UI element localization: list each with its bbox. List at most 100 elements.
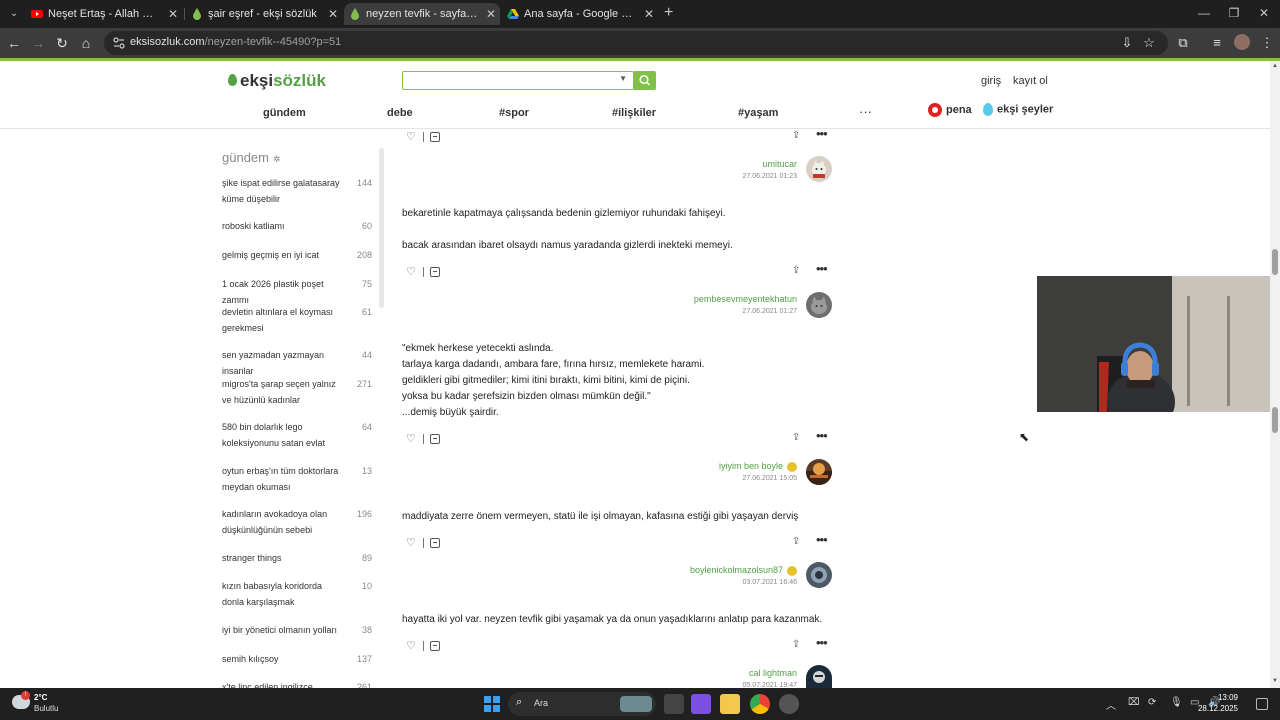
entry-date[interactable]: 27.06.2021 01:23 (743, 173, 798, 180)
close-icon[interactable]: ✕ (328, 3, 338, 25)
more-options-icon[interactable]: ••• (816, 635, 828, 650)
file-explorer-icon[interactable] (720, 694, 740, 714)
entry-date[interactable]: 27.06.2021 15:05 (743, 475, 798, 482)
nav-debe[interactable]: debe (387, 107, 413, 119)
sidebar-item[interactable]: devletin altınlara el koyması gerekmesi 6… (222, 305, 374, 336)
sidebar-item[interactable]: sen yazmadan yazmayan insanlar 44 (222, 348, 374, 379)
scroll-up-icon[interactable]: ▲ (1272, 63, 1278, 69)
share-icon[interactable]: ⇪ (792, 265, 800, 276)
media-control-icon[interactable]: ≡ (1208, 35, 1226, 50)
app-icon[interactable] (779, 694, 799, 714)
notification-icon[interactable] (1256, 698, 1268, 710)
nav-more[interactable]: ··· (859, 104, 872, 119)
sidebar-scrollbar[interactable] (379, 148, 384, 308)
downvote-icon[interactable] (430, 641, 440, 651)
scrollbar-thumb[interactable] (1272, 249, 1278, 275)
sidebar-item[interactable]: kadınların avokadoya olan düşkünlüğünün … (222, 507, 374, 538)
share-icon[interactable]: ⇪ (792, 432, 800, 443)
restore-button[interactable]: ❐ (1224, 6, 1244, 20)
chevron-down-icon[interactable]: ▼ (619, 74, 627, 83)
bookmark-star-icon[interactable]: ☆ (1140, 35, 1158, 51)
entry-author[interactable]: cal lightman (749, 668, 797, 678)
nav-spor[interactable]: #spor (499, 107, 529, 119)
downvote-icon[interactable] (430, 434, 440, 444)
task-view-icon[interactable] (664, 694, 684, 714)
page-scrollbar[interactable]: ▲ ▼ (1270, 61, 1280, 688)
sidebar-item[interactable]: kızın babasıyla koridorda donla karşılaş… (222, 579, 374, 610)
forward-arrow-icon[interactable]: → (28, 33, 48, 53)
pena-link[interactable]: pena (928, 103, 972, 117)
scrollbar-thumb[interactable] (1272, 407, 1278, 433)
site-info-icon[interactable] (112, 36, 126, 50)
browser-tab-active[interactable]: neyzen tevfik - sayfa 51 - ekşi s ✕ (344, 3, 500, 25)
entry-author[interactable]: umitucar (762, 159, 797, 169)
author-avatar[interactable] (806, 156, 832, 182)
browser-tab[interactable]: Ana sayfa - Google Drive ✕ (502, 3, 658, 25)
more-options-icon[interactable]: ••• (816, 532, 828, 547)
downvote-icon[interactable] (430, 267, 440, 277)
share-icon[interactable]: ⇪ (792, 639, 800, 650)
copilot-icon[interactable] (691, 694, 711, 714)
new-tab-button[interactable]: + (664, 4, 673, 22)
close-icon[interactable]: ✕ (486, 3, 496, 25)
sync-icon[interactable]: ⟳ (1148, 697, 1156, 708)
entry-author[interactable]: pembesevmeyentekhatun (694, 294, 797, 304)
sidebar-item[interactable]: roboski katliamı 60 (222, 219, 374, 235)
browser-menu-icon[interactable]: ⋮ (1258, 35, 1276, 51)
author-avatar[interactable] (806, 292, 832, 318)
sidebar-item[interactable]: migros'ta şarap seçen yalnız ve hüzünlü … (222, 377, 374, 408)
entry-author[interactable]: boylenickolmazolsun87 (690, 565, 797, 576)
sidebar-item[interactable]: semih kılıçsoy 137 (222, 652, 374, 668)
entry-author[interactable]: iyiyim ben boyle (719, 461, 797, 472)
nav-yasam[interactable]: #yaşam (738, 107, 778, 119)
scroll-down-icon[interactable]: ▼ (1272, 678, 1278, 684)
search-input[interactable]: ▼ (402, 71, 634, 90)
close-icon[interactable]: ✕ (644, 3, 654, 25)
network-off-icon[interactable]: ⌧ (1128, 697, 1140, 708)
more-options-icon[interactable]: ••• (816, 126, 828, 141)
heart-icon[interactable]: ♡ (406, 432, 416, 445)
weather-widget[interactable]: ! 2°C Bulutlu (12, 691, 102, 716)
nav-gundem[interactable]: gündem (263, 107, 306, 119)
search-button[interactable] (634, 71, 656, 90)
chevron-up-icon[interactable]: ︿ (1106, 697, 1116, 712)
home-icon[interactable]: ⌂ (76, 33, 96, 53)
entry-date[interactable]: 03.07.2021 16:46 (743, 579, 798, 586)
more-options-icon[interactable]: ••• (816, 261, 828, 276)
chrome-icon[interactable] (750, 694, 770, 714)
author-avatar[interactable] (806, 665, 832, 688)
nav-iliskiler[interactable]: #ilişkiler (612, 107, 656, 119)
downvote-icon[interactable] (430, 538, 440, 548)
close-icon[interactable]: ✕ (168, 3, 178, 25)
login-link[interactable]: giriş (981, 75, 1001, 87)
site-logo[interactable]: ekşisözlük (228, 71, 326, 91)
minimize-button[interactable]: — (1194, 6, 1214, 20)
author-avatar[interactable] (806, 459, 832, 485)
more-options-icon[interactable]: ••• (816, 428, 828, 443)
window-close-button[interactable]: ✕ (1254, 6, 1274, 20)
heart-icon[interactable]: ♡ (406, 130, 416, 143)
sidebar-item[interactable]: stranger things 89 (222, 551, 374, 567)
eksi-seyler-link[interactable]: ekşi şeyler (983, 103, 1053, 116)
register-link[interactable]: kayıt ol (1013, 75, 1048, 87)
heart-icon[interactable]: ♡ (406, 536, 416, 549)
heart-icon[interactable]: ♡ (406, 639, 416, 652)
windows-start-icon[interactable] (484, 696, 500, 712)
microphone-icon[interactable]: 🎙 (1170, 697, 1183, 708)
system-clock[interactable]: 13:09 28.12.2025 (1198, 692, 1238, 714)
author-avatar[interactable] (806, 562, 832, 588)
browser-tab[interactable]: Neşet Ertaş - Allah Etmesin - Yo ✕ (26, 3, 182, 25)
sidebar-title[interactable]: gündem ✲ (222, 150, 281, 165)
tab-search-button[interactable]: ⌄ (6, 6, 22, 22)
reload-icon[interactable]: ↻ (52, 33, 72, 53)
gear-icon[interactable]: ✲ (273, 154, 281, 164)
sidebar-item[interactable]: 1 ocak 2026 plastik poşet zammı 75 (222, 277, 374, 308)
entry-date[interactable]: 27.06.2021 01:27 (743, 308, 798, 315)
heart-icon[interactable]: ♡ (406, 265, 416, 278)
sidebar-item[interactable]: iyi bir yönetici olmanın yolları 38 (222, 623, 374, 639)
share-icon[interactable]: ⇪ (792, 130, 800, 141)
address-bar[interactable]: eksisozluk.com/neyzen-tevfik--45490?p=51 (104, 31, 1168, 55)
sidebar-item[interactable]: x'te linç edilen ingilizce 261 (222, 680, 374, 688)
sidebar-item[interactable]: gelmiş geçmiş en iyi icat 208 (222, 248, 374, 264)
downvote-icon[interactable] (430, 132, 440, 142)
